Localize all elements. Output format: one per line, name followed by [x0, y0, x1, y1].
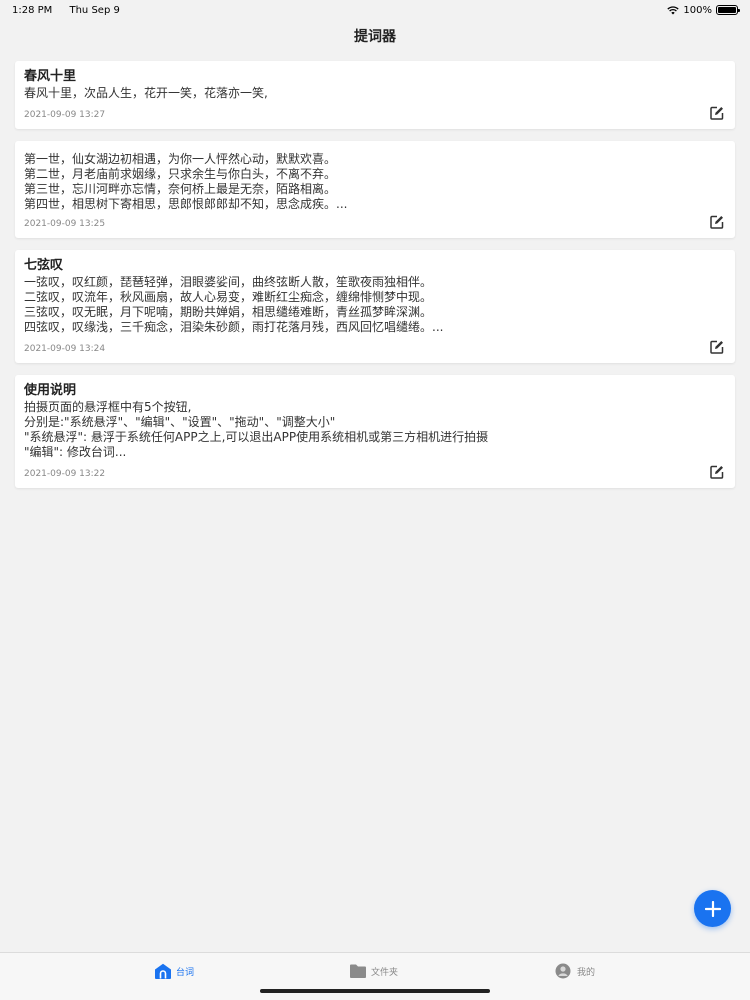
script-card[interactable]: 春风十里 春风十里，次品人生，花开一笑，花落亦一笑, 2021-09-09 13… — [15, 61, 735, 129]
script-card[interactable]: 使用说明 拍摄页面的悬浮框中有5个按钮, 分别是:"系统悬浮"、"编辑"、"设置… — [15, 375, 735, 488]
script-card[interactable]: 七弦叹 一弦叹，叹红颜，琵琶轻弹，泪眼婆娑间，曲终弦断人散，笙歌夜雨独相伴。 二… — [15, 250, 735, 363]
card-title: 七弦叹 — [24, 258, 64, 273]
edit-icon[interactable] — [710, 106, 724, 120]
card-date: 2021-09-09 13:24 — [24, 344, 106, 354]
battery-percent: 100% — [683, 4, 712, 16]
card-title: 春风十里 — [24, 69, 77, 84]
card-date: 2021-09-09 13:27 — [24, 110, 106, 120]
tab-label: 文件夹 — [371, 967, 399, 978]
card-title: 使用说明 — [24, 383, 77, 398]
card-date: 2021-09-09 13:22 — [24, 469, 106, 479]
script-card[interactable]: 第一世，仙女湖边初相遇，为你一人怦然心动，默默欢喜。 第二世，月老庙前求姻缘，只… — [15, 141, 735, 238]
status-bar: 1:28 PM Thu Sep 9 100% — [0, 0, 750, 20]
page-title: 提词器 — [354, 29, 396, 45]
status-time: 1:28 PM — [12, 4, 53, 16]
profile-icon — [555, 963, 571, 979]
edit-icon[interactable] — [710, 340, 724, 354]
home-icon — [155, 963, 171, 979]
tab-label: 台词 — [176, 967, 195, 978]
card-body: 春风十里，次品人生，花开一笑，花落亦一笑, — [24, 86, 268, 100]
card-body: 拍摄页面的悬浮框中有5个按钮, 分别是:"系统悬浮"、"编辑"、"设置"、"拖动… — [24, 400, 489, 459]
tab-label: 我的 — [577, 967, 596, 978]
tab-folders[interactable]: 文件夹 — [349, 963, 398, 979]
status-date: Thu Sep 9 — [69, 4, 120, 16]
wifi-icon — [667, 5, 680, 14]
card-date: 2021-09-09 13:25 — [24, 219, 106, 229]
edit-icon[interactable] — [710, 465, 724, 479]
tab-profile[interactable]: 我的 — [555, 963, 595, 979]
folder-icon — [350, 964, 366, 978]
home-indicator[interactable] — [260, 989, 490, 993]
card-body: 一弦叹，叹红颜，琵琶轻弹，泪眼婆娑间，曲终弦断人散，笙歌夜雨独相伴。 二弦叹，叹… — [24, 275, 444, 334]
tab-scripts[interactable]: 台词 — [154, 963, 194, 979]
battery-icon — [716, 5, 740, 15]
card-body: 第一世，仙女湖边初相遇，为你一人怦然心动，默默欢喜。 第二世，月老庙前求姻缘，只… — [24, 152, 348, 211]
edit-icon[interactable] — [710, 215, 724, 229]
add-script-button[interactable] — [694, 890, 731, 927]
plus-icon — [704, 900, 721, 917]
